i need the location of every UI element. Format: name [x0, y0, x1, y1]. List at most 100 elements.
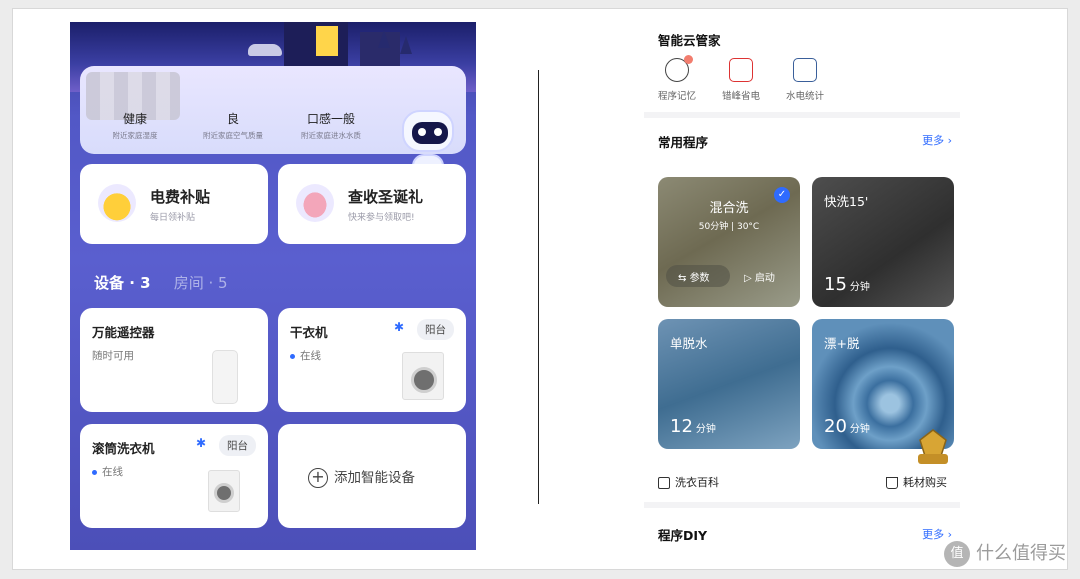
buy-supplies-link[interactable]: 耗材购买	[886, 474, 947, 490]
electricity-subsidy-card[interactable]: 电费补贴 每日领补贴	[80, 164, 268, 244]
lit-window	[316, 26, 338, 56]
device-card-washer[interactable]: 滚筒洗衣机 ✱ 阳台 在线	[80, 424, 268, 528]
program-card-spin[interactable]: 单脱水 12 分钟	[658, 319, 800, 449]
humidity-value: 健康	[122, 112, 147, 126]
washing-machine-icon	[208, 470, 240, 512]
program-name: 漂+脱	[824, 336, 860, 351]
room-badge: 阳台	[417, 319, 454, 340]
christmas-gift-card[interactable]: 查收圣诞礼 快来参与领取吧!	[278, 164, 466, 244]
device-room-tabs: 设备 · 3 房间 · 5	[94, 272, 246, 293]
comparison-divider	[538, 70, 539, 504]
feature-off-peak[interactable]: 错峰省电	[712, 58, 770, 102]
section-title-common-programs: 常用程序	[658, 135, 709, 150]
more-programs-link[interactable]: 更多 ›	[922, 132, 952, 148]
bluetooth-icon: ✱	[195, 436, 206, 450]
air-quality-value: 良	[226, 112, 239, 126]
environment-card[interactable]: 健康 附近家庭湿度 良 附近家庭空气质量 口感一般 附近家庭进水水质	[80, 66, 466, 184]
device-card-dryer[interactable]: 干衣机 ✱ 阳台 在线	[278, 308, 466, 412]
section-separator	[644, 502, 960, 508]
remote-control-icon	[212, 350, 238, 404]
promo-subtitle: 快来参与领取吧!	[348, 213, 415, 223]
watermark: 值什么值得买	[944, 539, 1066, 567]
christmas-egg-icon	[296, 184, 334, 222]
more-label: 更多	[922, 528, 945, 541]
piggy-bank-icon	[98, 184, 136, 222]
start-button[interactable]: ▷ 启动	[744, 269, 775, 284]
program-name: 混合洗	[709, 201, 749, 216]
air-quality-indicator: 良 附近家庭空气质量	[178, 110, 288, 141]
link-label: 洗衣百科	[675, 476, 719, 489]
program-card-mixed[interactable]: ✓ 混合洗 50分钟 | 30°C ⇆ 参数 ▷ 启动	[658, 177, 800, 307]
duration-minutes: 12	[670, 416, 693, 437]
section-title-program-diy: 程序DIY	[658, 528, 708, 543]
tab-rooms[interactable]: 房间 · 5	[174, 272, 228, 293]
device-name: 干衣机	[290, 325, 328, 340]
brain-icon	[665, 55, 693, 82]
link-label: 耗材购买	[903, 476, 947, 489]
laundry-encyclopedia-link[interactable]: 洗衣百科	[658, 474, 719, 490]
add-device-card[interactable]: + 添加智能设备	[278, 424, 466, 528]
device-status: 随时可用	[92, 350, 134, 362]
stats-icon	[793, 58, 817, 82]
section-separator	[644, 112, 960, 118]
program-card-quick-wash[interactable]: 快洗15' 15 分钟	[812, 177, 954, 307]
online-dot-icon	[290, 353, 295, 359]
watermark-text: 什么值得买	[976, 543, 1066, 564]
room-badge: 阳台	[219, 435, 256, 456]
water-quality-value: 口感一般	[306, 112, 355, 126]
dryer-icon	[402, 352, 444, 400]
promo-title: 查收圣诞礼	[348, 188, 424, 206]
humidity-note: 附近家庭湿度	[112, 131, 158, 140]
program-duration: 12 分钟	[670, 416, 716, 437]
water-quality-indicator: 口感一般 附近家庭进水水质	[276, 110, 386, 141]
feature-label: 程序记忆	[657, 91, 696, 102]
params-label-row: ⇆ 参数	[678, 273, 710, 284]
device-status-row: 在线	[92, 464, 123, 479]
duration-unit: 分钟	[849, 282, 870, 293]
bluetooth-icon: ✱	[393, 320, 404, 334]
tab-devices[interactable]: 设备 · 3	[94, 272, 151, 293]
gold-badge-icon	[912, 428, 954, 468]
calendar-bolt-icon	[729, 58, 753, 82]
device-name: 万能遥控器	[92, 325, 155, 340]
device-status-row: 在线	[290, 348, 321, 363]
device-status: 在线	[102, 466, 123, 478]
cart-icon	[886, 477, 898, 489]
car-illustration	[248, 44, 282, 56]
notification-dot	[684, 55, 693, 64]
program-meta: 50分钟 | 30°C	[698, 222, 760, 232]
feature-program-memory[interactable]: 程序记忆	[648, 55, 706, 102]
feature-label: 错峰省电	[721, 91, 760, 102]
washer-control-app: 智能云管家 程序记忆 错峰省电 水电统计 常用程序 更多 › ✓ 混合洗 50分…	[644, 22, 960, 550]
online-dot-icon	[92, 469, 97, 475]
book-icon	[658, 477, 670, 489]
device-card-remote[interactable]: 万能遥控器 随时可用	[80, 308, 268, 412]
more-label: 更多	[922, 134, 945, 147]
add-device-button[interactable]: + 添加智能设备	[308, 466, 415, 488]
duration-unit: 分钟	[695, 424, 716, 435]
duration-minutes: 20	[824, 416, 847, 437]
plus-icon: +	[308, 468, 328, 488]
water-quality-note: 附近家庭进水水质	[301, 131, 361, 140]
feature-label: 水电统计	[785, 91, 824, 102]
program-duration: 20 分钟	[824, 416, 870, 437]
watermark-logo-icon: 值	[944, 541, 970, 567]
program-name: 快洗15'	[824, 194, 869, 209]
humidity-indicator: 健康 附近家庭湿度	[80, 110, 190, 141]
params-label: 参数	[689, 273, 710, 284]
section-title-smart-cloud: 智能云管家	[658, 33, 721, 48]
promo-title: 电费补贴	[150, 188, 211, 206]
duration-unit: 分钟	[849, 424, 870, 435]
promo-subtitle: 每日领补贴	[150, 213, 196, 223]
device-name: 滚筒洗衣机	[92, 441, 155, 456]
duration-minutes: 15	[824, 274, 847, 295]
tree-illustration	[400, 36, 412, 54]
program-duration: 15 分钟	[824, 274, 870, 295]
smart-home-app: 健康 附近家庭湿度 良 附近家庭空气质量 口感一般 附近家庭进水水质 电费补贴 …	[70, 22, 476, 550]
start-label: 启动	[754, 273, 775, 284]
feature-usage-stats[interactable]: 水电统计	[776, 58, 834, 102]
add-device-label: 添加智能设备	[334, 470, 415, 486]
device-status: 在线	[300, 350, 321, 362]
tree-illustration	[378, 30, 390, 48]
program-name: 单脱水	[670, 336, 708, 351]
